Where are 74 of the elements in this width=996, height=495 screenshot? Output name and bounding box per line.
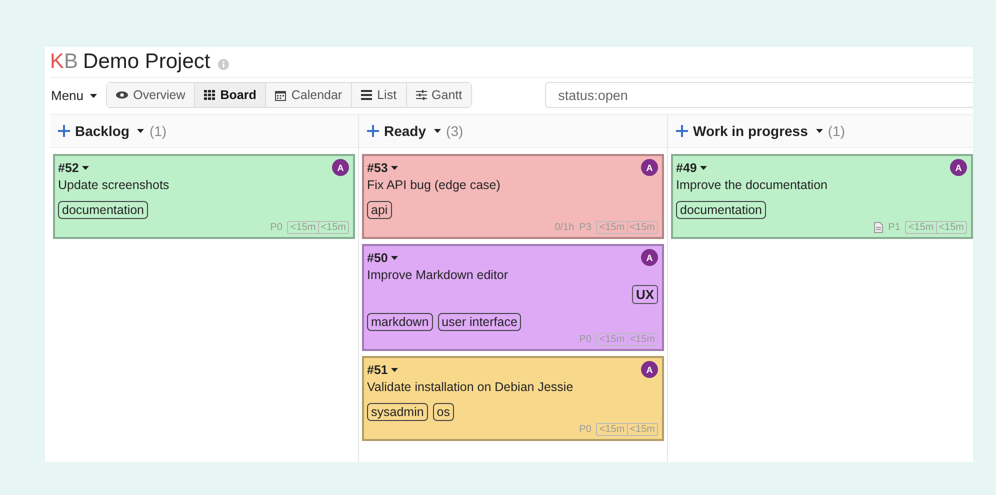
- time-estimate: <15m: [289, 222, 317, 233]
- add-icon[interactable]: [367, 125, 379, 137]
- column-title[interactable]: Work in progress: [693, 123, 808, 139]
- time-estimate: <15m: [598, 334, 626, 345]
- task-number[interactable]: #51: [367, 362, 388, 376]
- menu-dropdown[interactable]: Menu: [50, 88, 100, 102]
- column-title[interactable]: Backlog: [75, 123, 130, 139]
- priority: P0: [579, 334, 592, 345]
- avatar: A: [332, 159, 349, 176]
- time-estimate: <15m: [907, 222, 935, 233]
- caret-icon[interactable]: [434, 129, 442, 133]
- priority: P0: [579, 424, 592, 435]
- task-title[interactable]: Improve the documentation: [676, 178, 967, 192]
- task-tag: user interface: [438, 313, 522, 331]
- time-estimate: <15m: [936, 222, 966, 233]
- task-card[interactable]: #51 A Validate installation on Debian Jessie sysadmin os P0 <15m <15m: [362, 356, 664, 441]
- time-spent: 0/1h: [554, 222, 574, 233]
- logo: KB: [50, 50, 78, 74]
- task-title[interactable]: Improve Markdown editor: [367, 268, 658, 282]
- file-icon: [874, 222, 884, 233]
- task-tag: documentation: [58, 201, 148, 219]
- task-number[interactable]: #49: [676, 160, 697, 174]
- task-tag: api: [367, 201, 392, 219]
- time-estimate: <15m: [626, 424, 657, 435]
- task-count: (1): [828, 123, 846, 139]
- caret-icon[interactable]: [700, 166, 707, 170]
- list-icon: [361, 90, 372, 100]
- caret-icon[interactable]: [816, 129, 823, 133]
- priority: P0: [270, 222, 282, 233]
- project-title: Demo Project: [83, 50, 210, 74]
- add-icon[interactable]: [676, 125, 688, 137]
- task-count: (1): [149, 123, 167, 139]
- task-card[interactable]: #49 A Improve the documentation documentation P1 <15m <15m: [671, 154, 973, 239]
- eye-icon: [116, 91, 128, 99]
- caret-icon[interactable]: [82, 166, 89, 170]
- priority: P1: [888, 222, 900, 233]
- caret-icon: [90, 94, 98, 98]
- task-title[interactable]: Fix API bug (edge case): [367, 178, 658, 192]
- time-estimate: <15m: [626, 334, 657, 345]
- avatar: A: [641, 249, 658, 266]
- priority: P3: [579, 222, 592, 233]
- search-field[interactable]: status:open: [545, 82, 973, 108]
- add-icon[interactable]: [58, 125, 70, 137]
- time-estimate: <15m: [318, 222, 348, 233]
- task-card[interactable]: #50 A Improve Markdown editor UX markdown user interface P0 <15m <15m: [362, 244, 664, 351]
- task-card[interactable]: #52 A Update screenshots documentation P0 <15m <15m: [53, 154, 355, 239]
- avatar: A: [641, 361, 658, 378]
- task-count: (3): [446, 123, 464, 139]
- task-tag: sysadmin: [367, 403, 428, 421]
- view-tab[interactable]: Board: [195, 83, 266, 107]
- caret-icon[interactable]: [390, 368, 398, 372]
- calendar-icon: [275, 90, 286, 100]
- time-estimate: <15m: [626, 222, 657, 233]
- task-title[interactable]: Validate installation on Debian Jessie: [367, 380, 658, 394]
- caret-icon[interactable]: [137, 129, 144, 133]
- task-tag: markdown: [367, 313, 433, 331]
- category-label: UX: [632, 285, 658, 304]
- avatar: A: [950, 159, 967, 176]
- time-estimate: <15m: [598, 424, 626, 435]
- column-title[interactable]: Ready: [384, 123, 426, 139]
- avatar: A: [641, 159, 658, 176]
- caret-icon[interactable]: [390, 166, 398, 170]
- task-tag: documentation: [676, 201, 766, 219]
- task-title[interactable]: Update screenshots: [58, 178, 349, 192]
- grid-icon: [204, 90, 216, 100]
- task-number[interactable]: #50: [367, 250, 388, 264]
- view-tab[interactable]: Overview: [107, 83, 196, 107]
- task-card[interactable]: #53 A Fix API bug (edge case) api 0/1h P3 <15m <15m: [362, 154, 664, 239]
- task-number[interactable]: #52: [58, 160, 79, 174]
- task-number[interactable]: #53: [367, 160, 388, 174]
- caret-icon[interactable]: [390, 256, 398, 260]
- sliders-icon: [416, 90, 427, 100]
- time-estimate: <15m: [598, 222, 626, 233]
- task-tag: os: [432, 403, 454, 421]
